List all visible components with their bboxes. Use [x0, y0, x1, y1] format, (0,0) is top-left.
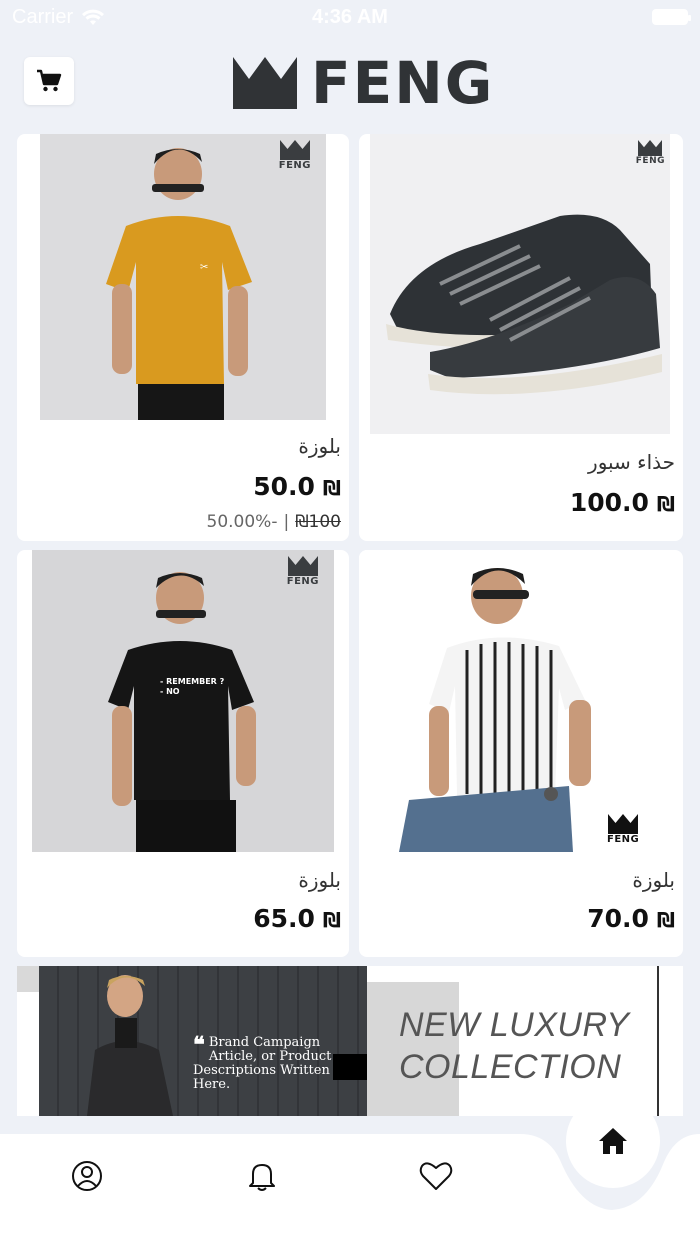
discount-line: 50.00%- | ₪100	[207, 512, 341, 532]
quote-text: Brand Campaign Article, or Product Descr…	[193, 1035, 332, 1092]
tshirt-model-image: ✂	[40, 134, 326, 420]
crown-icon	[233, 57, 297, 109]
brand-mark: FENG	[279, 140, 311, 171]
crown-icon	[608, 814, 639, 834]
product-name: بلوزة	[298, 868, 341, 892]
svg-text:- NO: - NO	[160, 687, 180, 696]
brand-logo: FENG	[233, 54, 494, 112]
bottom-nav	[0, 1094, 700, 1244]
product-price: 50.0 ₪	[253, 472, 341, 501]
brand-mark: FENG	[607, 814, 639, 845]
old-price: ₪100	[295, 512, 341, 532]
brand-mark: FENG	[636, 140, 665, 166]
sneakers-image	[370, 134, 670, 434]
crown-icon	[279, 140, 310, 160]
crown-icon	[287, 556, 318, 576]
striped-shirt-model-image	[359, 550, 641, 852]
price-value: 65.0	[253, 904, 315, 933]
currency-symbol: ₪	[656, 908, 675, 932]
product-price: 65.0 ₪	[253, 904, 341, 933]
product-image	[359, 550, 641, 852]
product-image	[370, 134, 670, 434]
price-value: 70.0	[587, 904, 649, 933]
banner-headline: NEW LUXURY COLLECTION	[399, 1004, 629, 1088]
product-card[interactable]: FENG حذاء سبور 100.0 ₪	[359, 134, 683, 541]
currency-symbol: ₪	[656, 492, 675, 516]
nav-home[interactable]	[566, 1094, 660, 1188]
product-name: بلوزة	[298, 434, 341, 458]
cart-button[interactable]	[24, 57, 74, 105]
product-card[interactable]: FENG بلوزة 70.0 ₪	[359, 550, 683, 957]
battery-icon	[652, 9, 691, 25]
banner-divider	[657, 966, 659, 1116]
price-value: 100.0	[569, 488, 649, 517]
banner-block	[333, 1054, 367, 1080]
status-bar: Carrier 4:36 AM	[0, 0, 700, 36]
crown-icon	[638, 140, 663, 156]
nav-favorites[interactable]	[416, 1156, 456, 1196]
price-value: 50.0	[253, 472, 315, 501]
product-image: - REMEMBER ? - NO	[32, 550, 334, 852]
currency-symbol: ₪	[322, 908, 341, 932]
home-icon	[599, 1128, 627, 1154]
nav-notifications[interactable]	[242, 1156, 282, 1196]
product-name: بلوزة	[632, 868, 675, 892]
svg-text:- REMEMBER ?: - REMEMBER ?	[160, 677, 225, 686]
nav-profile[interactable]	[67, 1156, 107, 1196]
promo-banner[interactable]: ❝ Brand Campaign Article, or Product Des…	[17, 966, 683, 1116]
product-price: 100.0 ₪	[570, 488, 675, 517]
clock: 4:36 AM	[312, 6, 388, 28]
discount-percent: 50.00%-	[206, 512, 278, 532]
quote-mark: ❝	[193, 1032, 205, 1058]
separator: |	[283, 512, 290, 532]
profile-icon	[72, 1161, 102, 1191]
heart-icon	[419, 1162, 453, 1190]
black-tshirt-model-image: - REMEMBER ? - NO	[32, 550, 334, 852]
banner-quote: ❝ Brand Campaign Article, or Product Des…	[193, 1032, 333, 1092]
product-card[interactable]: ✂ FENG بلوزة 50.0 ₪ 50.00%- | ₪100	[17, 134, 349, 541]
brand-name: FENG	[311, 49, 495, 117]
bell-icon	[249, 1164, 275, 1191]
brand-mark: FENG	[287, 556, 319, 587]
product-image: ✂	[40, 134, 326, 420]
currency-symbol: ₪	[322, 476, 341, 500]
product-price: 70.0 ₪	[587, 904, 675, 933]
headline-line-1: NEW LUXURY	[399, 1006, 630, 1044]
cart-icon	[37, 69, 62, 92]
header: FENG	[0, 36, 700, 126]
svg-text:✂: ✂	[200, 262, 208, 273]
product-card[interactable]: - REMEMBER ? - NO FENG بلوزة 65.0 ₪	[17, 550, 349, 957]
product-name: حذاء سبور	[588, 450, 675, 474]
headline-line-2: COLLECTION	[399, 1048, 622, 1086]
banner-model-image	[87, 975, 173, 1116]
